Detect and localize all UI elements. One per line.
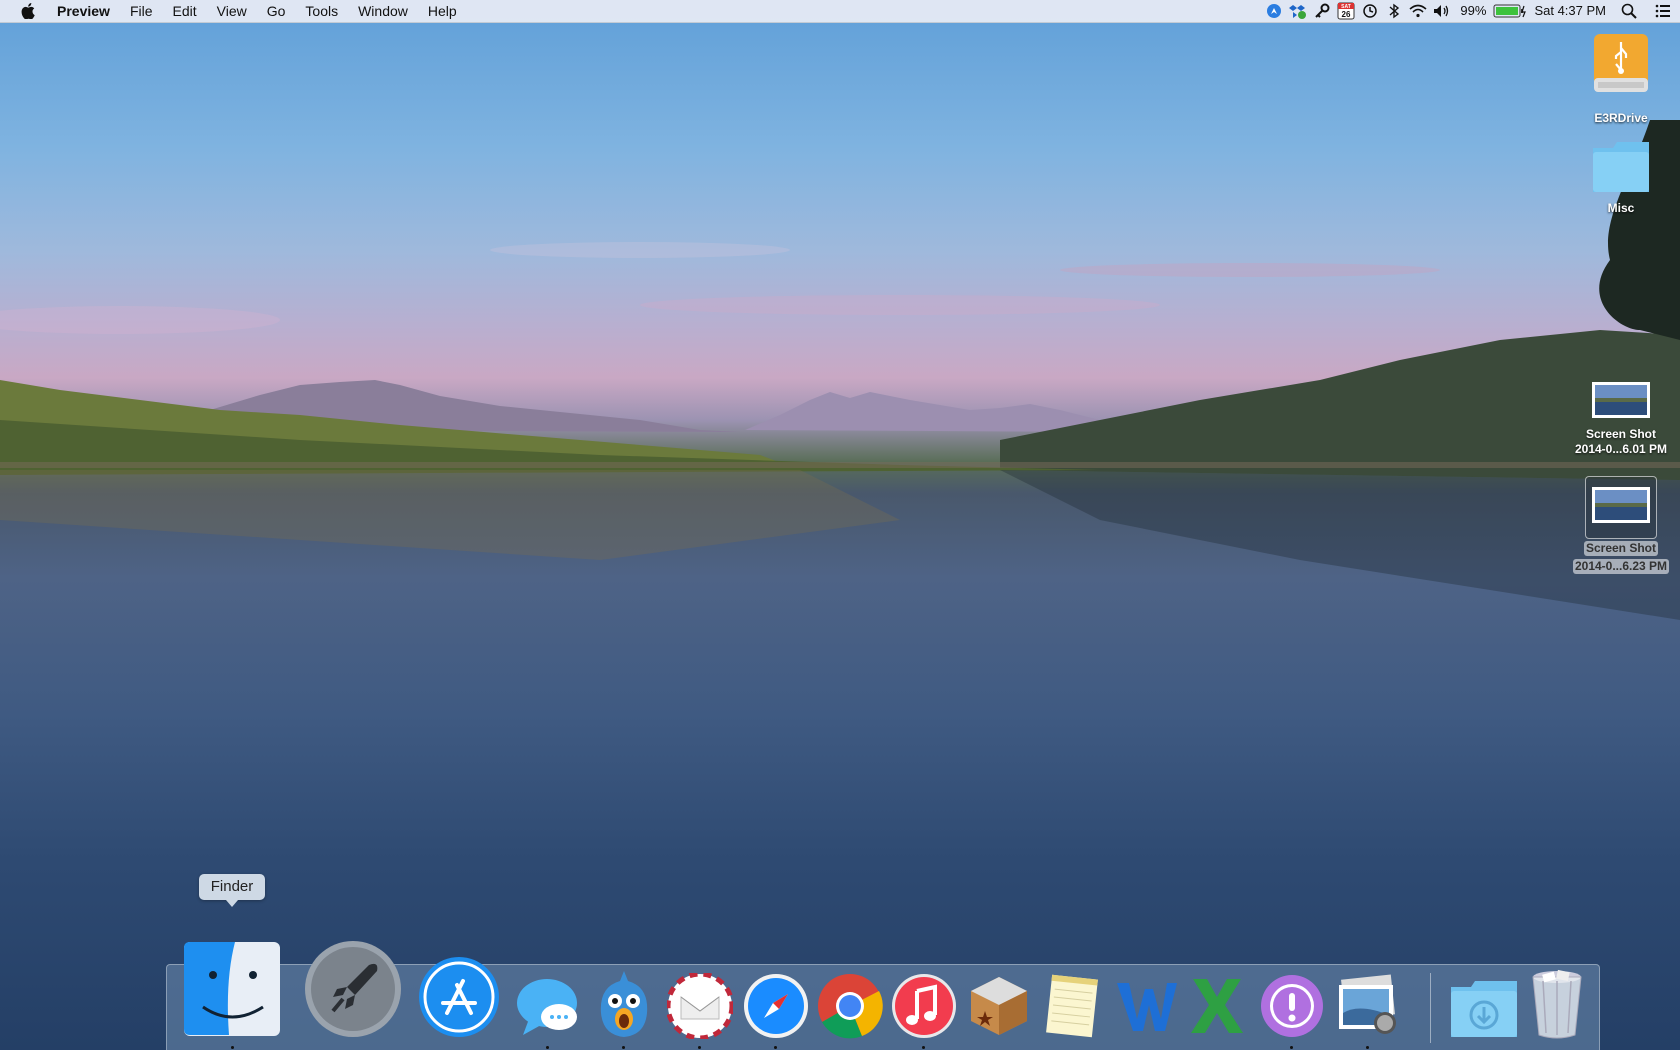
dock-finder[interactable] [183,941,281,1049]
running-indicator [231,1046,234,1049]
spotlight-search-icon[interactable] [1612,0,1646,22]
desktop-icon-screenshot-1[interactable]: Screen Shot 2014-0...6.01 PM [1566,378,1676,457]
dock-notes[interactable] [1043,973,1101,1039]
feedback-exclamation-icon [1261,975,1323,1037]
selection-highlight [1585,476,1657,539]
calendar-badge-day: 26 [1342,10,1351,19]
status-area: SAT 26 99% Sat 4:37 PM [1262,0,1680,22]
menu-app-name[interactable]: Preview [51,0,120,22]
messages-icon [517,979,577,1035]
preview-photos-icon [1339,974,1396,1034]
menu-go[interactable]: Go [257,0,296,22]
dock-messages[interactable] [515,973,581,1049]
dock-safari[interactable] [743,973,809,1049]
menu-bar: Preview File Edit View Go Tools Window H… [0,0,1680,23]
running-indicator [698,1046,701,1049]
dock-microsoft-word[interactable] [1113,973,1179,1039]
bluetooth-icon[interactable] [1382,0,1406,22]
running-indicator [1290,1046,1293,1049]
usb-drive-icon [1594,34,1648,92]
calendar-status-icon[interactable]: SAT 26 [1334,0,1358,22]
package-box-icon [971,977,1027,1035]
menu-file[interactable]: File [120,0,163,22]
key-status-icon[interactable] [1310,0,1334,22]
menu-window[interactable]: Window [348,0,418,22]
desktop-wallpaper: Preview File Edit View Go Tools Window H… [0,0,1680,1050]
desktop-icon-label: E3RDrive [1594,111,1648,125]
time-machine-icon[interactable] [1358,0,1382,22]
dock-preview[interactable] [1335,973,1401,1049]
desktop-icon-screenshot-2-selected[interactable]: Screen Shot 2014-0...6.23 PM [1566,476,1676,575]
battery-percent[interactable]: 99% [1454,0,1492,22]
notification-center-icon[interactable] [1646,0,1680,22]
dock-delivery-status[interactable] [965,971,1033,1039]
screenshot-thumbnail-icon [1592,487,1650,523]
folder-icon [1593,142,1649,192]
dock-tweetbot[interactable] [595,969,653,1049]
app-store-icon [419,957,499,1037]
desktop-icon-label: 2014-0...6.01 PM [1574,442,1668,456]
tweetbot-bird-icon [600,971,648,1037]
running-indicator [774,1046,777,1049]
dropbox-status-icon[interactable] [1286,0,1310,22]
menu-tools[interactable]: Tools [295,0,348,22]
dock-feedback-assistant[interactable] [1259,973,1325,1049]
notes-pad-icon [1046,974,1098,1038]
dock-separator [1430,973,1431,1043]
airmail-envelope-icon [667,973,733,1039]
dock-launchpad[interactable] [303,939,403,1039]
desktop-icon-label: 2014-0...6.23 PM [1572,559,1670,574]
compass-status-icon[interactable] [1262,0,1286,22]
dock-trash[interactable] [1529,969,1585,1039]
menubar-clock[interactable]: Sat 4:37 PM [1528,0,1612,22]
downloads-folder-icon [1451,981,1517,1037]
menu-help[interactable]: Help [418,0,467,22]
screenshot-thumbnail-icon [1592,382,1650,418]
running-indicator [622,1046,625,1049]
desktop-icon-label: Misc [1607,201,1635,215]
word-w-icon [1117,983,1177,1031]
launchpad-rocket-icon [305,941,401,1037]
desktop-icon-e3rdrive[interactable]: E3RDrive [1566,30,1676,126]
running-indicator [922,1046,925,1049]
menu-edit[interactable]: Edit [163,0,207,22]
dock-airmail[interactable] [667,973,733,1049]
desktop-icon-misc[interactable]: Misc [1566,138,1676,216]
dock-itunes[interactable] [891,973,957,1049]
dock-google-chrome[interactable] [817,973,883,1039]
dock [166,941,1600,1050]
finder-icon [184,942,280,1036]
running-indicator [546,1046,549,1049]
chrome-icon [818,974,883,1039]
apple-menu-icon[interactable] [17,0,39,22]
dock-app-store[interactable] [417,955,501,1039]
wifi-icon[interactable] [1406,0,1430,22]
safari-compass-icon [744,974,808,1038]
battery-icon[interactable] [1492,0,1528,22]
itunes-music-note-icon [892,974,956,1038]
desktop-icon-label: Screen Shot [1583,541,1659,556]
running-indicator [1366,1046,1369,1049]
desktop-icon-label: Screen Shot [1585,427,1657,441]
dock-microsoft-excel[interactable] [1187,973,1247,1039]
trash-icon [1532,969,1582,1039]
excel-x-icon [1191,979,1243,1033]
dock-tooltip: Finder [199,874,265,907]
dock-downloads-stack[interactable] [1449,979,1519,1039]
menu-view[interactable]: View [207,0,257,22]
volume-icon[interactable] [1430,0,1454,22]
